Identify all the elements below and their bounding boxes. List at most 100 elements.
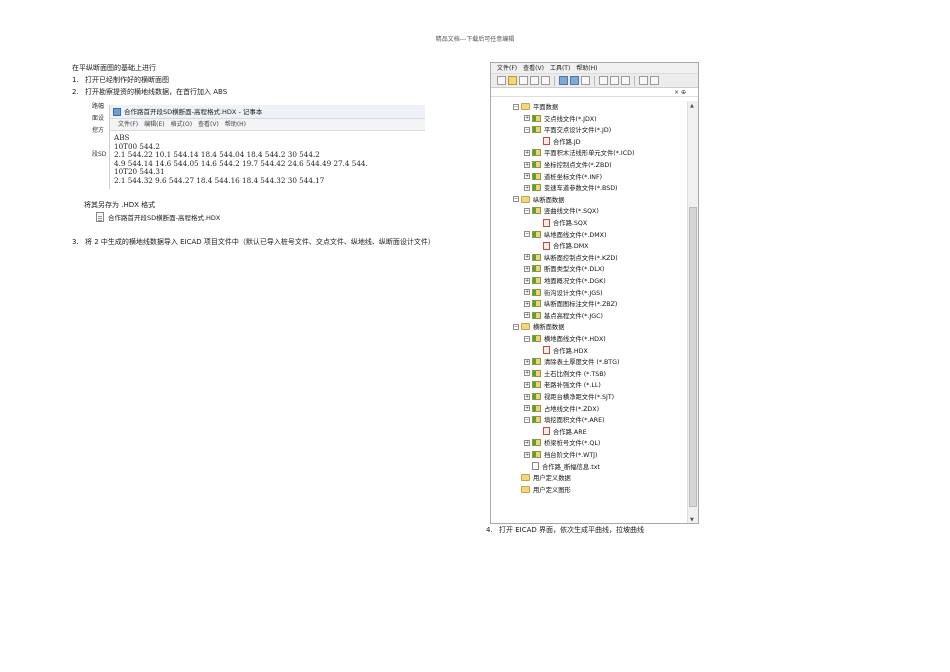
expand-icon[interactable]: + (524, 370, 530, 377)
tree-item[interactable]: − 平面交点设计文件(*.JD) (524, 124, 611, 135)
undo-icon[interactable] (639, 76, 648, 85)
expand-icon[interactable]: + (524, 289, 530, 296)
collapse-icon[interactable]: − (513, 196, 519, 203)
bg-label: 路幅 (92, 103, 105, 110)
notepad-menu-file[interactable]: 文件(F) (118, 119, 138, 130)
expand-icon[interactable]: + (524, 451, 530, 458)
tree-item[interactable]: + 桥梁桩号文件(*.QL) (524, 437, 600, 448)
tree-item[interactable]: − 填挖面积文件(*.ARE) (524, 414, 605, 425)
new-file-icon[interactable] (497, 76, 506, 85)
tree-item[interactable]: + 纵断面控制点文件(*.KZD) (524, 252, 618, 263)
notepad-text-area[interactable]: ABS 10T00 544.2 2.1 544.22 10.1 544.14 18.… (110, 131, 425, 189)
tree-item-label: 街沟设计文件(*.JGS) (544, 289, 603, 297)
eicad-menu-file[interactable]: 文件(F) (497, 63, 517, 73)
redo-icon[interactable] (650, 76, 659, 85)
scroll-thumb[interactable] (689, 207, 697, 507)
expand-icon[interactable]: + (524, 277, 530, 284)
print-icon[interactable] (541, 76, 550, 85)
expand-icon[interactable]: + (524, 393, 530, 400)
tree-item[interactable]: + 清除表土厚度文件 (*.BTG) (524, 356, 620, 367)
expand-icon[interactable]: + (524, 300, 530, 307)
scroll-up-icon[interactable]: ▲ (690, 103, 694, 109)
data-file-icon (543, 427, 550, 436)
tree-icon[interactable] (581, 76, 590, 85)
tree-item[interactable]: + 视距台横净距文件(*.SJT) (524, 391, 614, 402)
tree-item[interactable]: + 基点高程文件(*.JGC) (524, 310, 603, 321)
expand-icon[interactable]: + (524, 115, 530, 122)
tree-item[interactable]: + 断面类型文件(*.DLX) (524, 263, 605, 274)
tree-item[interactable]: + 变速车道参数文件(*.BSD) (524, 182, 618, 193)
cut-icon[interactable] (599, 76, 608, 85)
collapse-icon[interactable]: − (524, 416, 530, 423)
step-3-text: 将 2 中生成的横地线数据导入 EICAD 项目文件中（默认已导入桩号文件、交点… (85, 238, 435, 246)
tree-item[interactable]: + 老路补强文件 (*.LL) (524, 379, 601, 390)
tree-item[interactable]: 合作路.SQX (535, 217, 587, 228)
expand-icon[interactable]: + (524, 265, 530, 272)
tree-item[interactable]: + 平面积木法线形单元文件(*.ICD) (524, 147, 634, 158)
data-folder-icon (532, 300, 541, 308)
expand-icon[interactable]: + (524, 184, 530, 191)
panel-header[interactable]: × ⊕ (491, 88, 698, 97)
eicad-menu-view[interactable]: 查看(V) (523, 63, 544, 73)
tree-item[interactable]: + 纵断面图标注文件(*.ZBZ) (524, 298, 617, 309)
tree-item[interactable]: 用户定义数据 (513, 472, 571, 483)
tree-item-label: 竖曲线文件(*.SQX) (544, 208, 599, 216)
save-all-icon[interactable] (530, 76, 539, 85)
tree-item[interactable]: − 横断面数据 (513, 321, 564, 332)
paste-icon[interactable] (621, 76, 630, 85)
tree-item[interactable]: 用户定义图形 (513, 484, 571, 495)
collapse-icon[interactable]: − (524, 335, 530, 342)
notepad-menu-edit[interactable]: 编辑(E) (144, 119, 164, 130)
tree-item[interactable]: − 纵断面数据 (513, 194, 564, 205)
tree-scrollbar[interactable]: ▲ ▼ (687, 101, 698, 523)
eicad-menu-help[interactable]: 帮助(H) (576, 63, 597, 73)
tree-item-label: 土石比例文件 (*.TSB) (544, 370, 607, 378)
collapse-icon[interactable]: − (513, 103, 519, 110)
hdx-file-item[interactable]: 合作路首开段SD横断面-高程格式.HDX (96, 212, 220, 222)
collapse-icon[interactable]: − (524, 207, 530, 214)
grid-icon[interactable] (570, 76, 579, 85)
collapse-icon[interactable]: − (524, 231, 530, 238)
expand-icon[interactable]: + (524, 358, 530, 365)
tree-item[interactable]: + 交点线文件(*.JDX) (524, 113, 597, 124)
notepad-menu-help[interactable]: 帮助(H) (225, 119, 246, 130)
tree-item[interactable]: 合作路.DMX (535, 240, 589, 251)
expand-icon[interactable]: + (524, 312, 530, 319)
collapse-icon[interactable]: − (524, 126, 530, 133)
notepad-line: ABS (114, 133, 130, 142)
copy-icon[interactable] (610, 76, 619, 85)
data-folder-icon (532, 311, 541, 319)
notepad-menu-format[interactable]: 格式(O) (171, 119, 192, 130)
tree-item[interactable]: + 占地线文件(*.ZDX) (524, 403, 599, 414)
tree-item-label: 平面数据 (533, 104, 559, 111)
tree-item[interactable]: − 竖曲线文件(*.SQX) (524, 205, 599, 216)
tree-item[interactable]: 合作路.JD (535, 136, 581, 147)
tree-item[interactable]: + 土石比例文件 (*.TSB) (524, 368, 606, 379)
expand-icon[interactable]: + (524, 254, 530, 261)
expand-icon[interactable]: + (524, 161, 530, 168)
expand-icon[interactable]: + (524, 149, 530, 156)
notepad-menu-view[interactable]: 查看(V) (198, 119, 219, 130)
expand-icon[interactable]: + (524, 405, 530, 412)
expand-icon[interactable]: + (524, 173, 530, 180)
tree-item[interactable]: − 平面数据 (513, 101, 558, 112)
tree-item[interactable]: 合作路.ARE (535, 426, 587, 437)
tree-item[interactable]: 合作路_断幅信息.txt (524, 461, 600, 472)
tree-item[interactable]: 合作路.HDX (535, 345, 588, 356)
eicad-menu-tools[interactable]: 工具(T) (550, 63, 570, 73)
tree-item[interactable]: + 坐标控制点文件(*.ZBD) (524, 159, 612, 170)
expand-icon[interactable]: + (524, 439, 530, 446)
save-icon[interactable] (519, 76, 528, 85)
expand-icon[interactable]: + (524, 381, 530, 388)
open-folder-icon[interactable] (508, 76, 517, 85)
tree-item[interactable]: + 挡台阶文件(*.WTJ) (524, 449, 597, 460)
tree-item[interactable]: + 街沟设计文件(*.JGS) (524, 287, 603, 298)
project-icon[interactable] (559, 76, 568, 85)
tree-item-label: 交点线文件(*.JDX) (544, 115, 597, 123)
tree-item[interactable]: + 道桩坐标文件(*.INF) (524, 171, 602, 182)
tree-item[interactable]: − 横地面线文件(*.HDX) (524, 333, 606, 344)
scroll-down-icon[interactable]: ▼ (690, 517, 694, 523)
tree-item[interactable]: + 地面概况文件(*.DGK) (524, 275, 606, 286)
collapse-icon[interactable]: − (513, 323, 519, 330)
tree-item[interactable]: − 纵地面线文件(*.DMX) (524, 229, 606, 240)
